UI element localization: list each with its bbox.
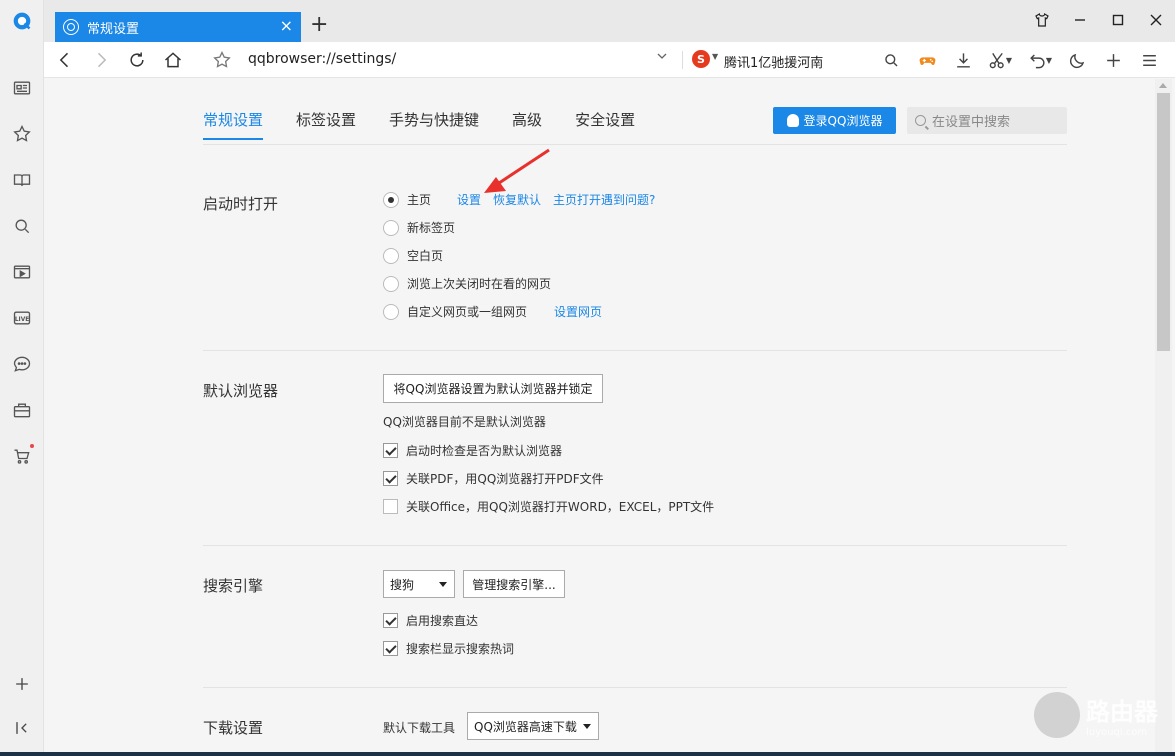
reading-book-icon[interactable] xyxy=(10,168,34,192)
vertical-scrollbar[interactable] xyxy=(1155,79,1172,752)
chat-bubble-icon[interactable] xyxy=(10,352,34,376)
scissors-dropdown-icon[interactable]: ▼ xyxy=(1004,47,1014,73)
url-dropdown-chevron-icon[interactable] xyxy=(656,50,668,65)
menu-hamburger-icon[interactable] xyxy=(1136,47,1162,73)
address-separator xyxy=(682,51,683,69)
download-icon[interactable] xyxy=(950,47,976,73)
tab-settings[interactable]: 常规设置 × xyxy=(55,12,301,42)
back-icon[interactable] xyxy=(52,47,78,73)
address-bar: qqbrowser://settings/ S ▼ 腾讯1亿驰援河南 ▼ ▼ xyxy=(44,42,1175,78)
new-tab-plus-icon[interactable]: + xyxy=(310,14,328,36)
undo-dropdown-icon[interactable]: ▼ xyxy=(1044,47,1054,73)
collapse-sidebar-icon[interactable] xyxy=(10,716,34,740)
video-icon[interactable] xyxy=(10,260,34,284)
close-window-icon[interactable] xyxy=(1137,6,1175,34)
shopping-cart-icon[interactable] xyxy=(10,444,34,468)
close-tab-icon[interactable]: × xyxy=(280,18,293,34)
address-search-icon[interactable] xyxy=(878,47,904,73)
notification-dot xyxy=(30,444,34,448)
live-icon[interactable]: LIVE xyxy=(10,306,34,330)
home-icon[interactable] xyxy=(160,47,186,73)
game-controller-icon[interactable] xyxy=(914,47,940,73)
site-watermark: 路由器 luyouqi.com xyxy=(1034,692,1158,738)
forward-icon[interactable] xyxy=(88,47,114,73)
skin-shirt-icon[interactable] xyxy=(1023,6,1061,34)
svg-text:LIVE: LIVE xyxy=(15,317,29,323)
settings-page: 常规设置 标签设置 手势与快捷键 高级 安全设置 登录QQ浏览器 在设置中搜索 … xyxy=(44,79,1155,752)
extensions-plus-icon[interactable] xyxy=(1100,47,1126,73)
news-icon[interactable] xyxy=(10,76,34,100)
window-controls xyxy=(1023,6,1175,34)
scroll-thumb[interactable] xyxy=(1157,93,1170,351)
tab-strip: 常规设置 × + xyxy=(44,0,1175,42)
search-engine-dropdown-icon[interactable]: ▼ xyxy=(712,52,718,61)
favorites-star-icon[interactable] xyxy=(10,122,34,146)
left-sidebar: LIVE xyxy=(0,0,44,752)
browser-window: LIVE 常规设置 × + qqbrowser://settings/ S ▼ … xyxy=(0,0,1175,752)
sogou-search-engine-icon[interactable]: S xyxy=(692,50,710,68)
scroll-up-arrow-icon[interactable] xyxy=(1159,83,1167,88)
tab-title: 常规设置 xyxy=(87,21,140,37)
qq-browser-logo-icon[interactable] xyxy=(10,9,34,33)
url-input[interactable]: qqbrowser://settings/ xyxy=(248,51,396,67)
bookmark-star-icon[interactable] xyxy=(209,47,235,73)
add-sidebar-item-icon[interactable] xyxy=(10,672,34,696)
annotation-arrow xyxy=(484,148,550,193)
settings-tab-icon xyxy=(63,19,79,35)
night-mode-moon-icon[interactable] xyxy=(1064,47,1090,73)
search-icon[interactable] xyxy=(10,214,34,238)
router-logo-icon xyxy=(1034,692,1080,738)
watermark-title: 路由器 xyxy=(1086,698,1158,726)
refresh-icon[interactable] xyxy=(124,47,150,73)
maximize-icon[interactable] xyxy=(1099,6,1137,34)
watermark-url: luyouqi.com xyxy=(1086,727,1148,738)
minimize-icon[interactable] xyxy=(1061,6,1099,34)
news-ticker[interactable]: 腾讯1亿驰援河南 xyxy=(724,52,823,71)
toolbox-icon[interactable] xyxy=(10,398,34,422)
